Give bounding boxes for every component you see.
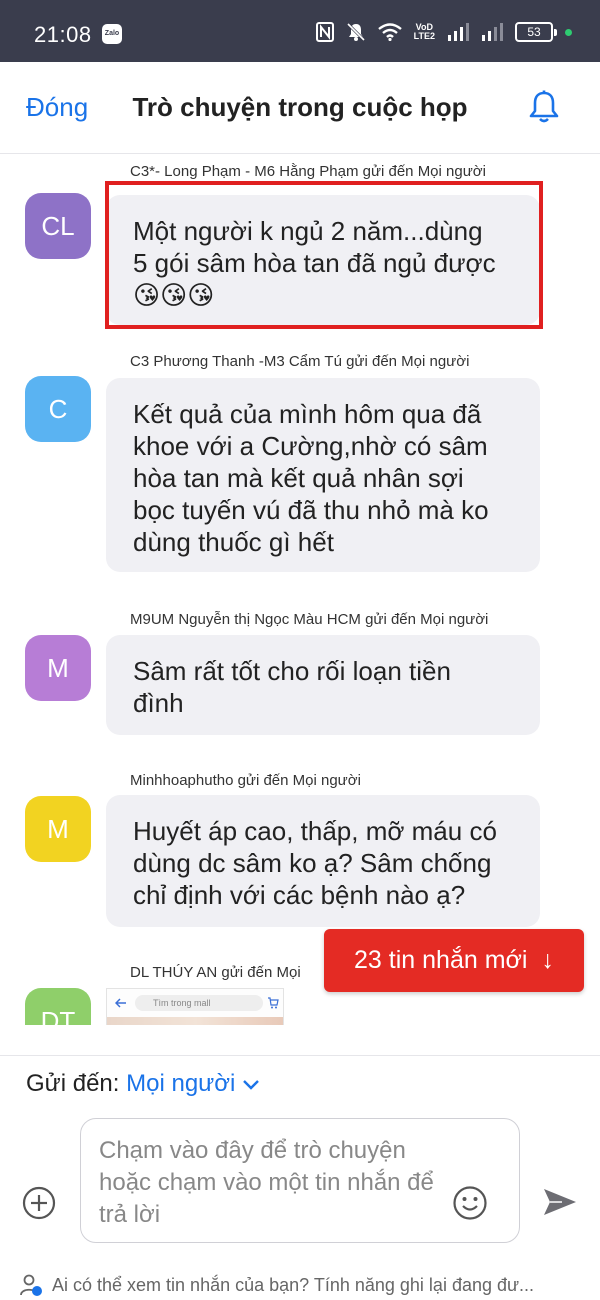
nfc-icon [315, 22, 334, 42]
message-line: chỉ định với các bệnh nào ạ? [133, 880, 466, 910]
message-line: bọc tuyến vú đã thu nhỏ mà ko [133, 495, 489, 525]
avatar: CL [25, 193, 91, 259]
page-title: Trò chuyện trong cuộc họp [132, 92, 468, 122]
avatar: DT [25, 988, 91, 1025]
new-messages-label: 23 tin nhắn mới [354, 946, 528, 974]
signal-2-icon [482, 23, 503, 41]
zalo-notification-icon: Zalo [102, 24, 122, 44]
avatar: C [25, 376, 91, 442]
send-to-row: Gửi đến: Mọi người [26, 1070, 260, 1098]
battery-icon: 53 [515, 22, 557, 42]
cart-icon [268, 997, 279, 1009]
chevron-down-icon [243, 1080, 259, 1090]
message-sender: DL THÚY AN gửi đến Mọi [130, 964, 301, 981]
status-bar: 21:08 Zalo VoD LTE2 53 [0, 0, 600, 62]
emoji-button[interactable] [452, 1185, 488, 1221]
bell-icon[interactable] [528, 90, 560, 124]
recipient-dropdown[interactable]: Mọi người [126, 1070, 260, 1097]
arrow-down-icon: ↓ [541, 946, 554, 974]
privacy-notice-text: Ai có thể xem tin nhắn của bạn? Tính năn… [52, 1274, 535, 1295]
message-input[interactable]: Chạm vào đây để trò chuyện hoặc chạm vào… [80, 1118, 520, 1243]
message-sender: C3*- Long Phạm - M6 Hằng Phạm gửi đến Mọ… [130, 163, 486, 180]
message-sender: M9UM Nguyễn thị Ngọc Màu HCM gửi đến Mọi… [130, 611, 489, 628]
message-sender: Minhhoaphutho gửi đến Mọi người [130, 772, 361, 789]
avatar: M [25, 796, 91, 862]
message-line: dùng thuốc gì hết [133, 527, 334, 557]
message-line: đình [133, 688, 184, 718]
status-dot-icon [565, 28, 572, 36]
add-attachment-button[interactable] [22, 1186, 56, 1220]
send-button[interactable] [542, 1186, 578, 1218]
user-visibility-icon [20, 1274, 42, 1296]
message-bubble[interactable]: Sâm rất tốt cho rối loạn tiền đình [106, 635, 540, 735]
new-messages-button[interactable]: 23 tin nhắn mới ↓ [324, 929, 584, 992]
wifi-icon [377, 23, 402, 41]
avatar: M [25, 635, 91, 701]
message-line: dùng dc sâm ko ạ? Sâm chống [133, 848, 492, 878]
back-arrow-icon [115, 998, 126, 1008]
status-time: 21:08 [34, 22, 92, 47]
status-icons: VoD LTE2 53 [315, 20, 572, 44]
composer: Gửi đến: Mọi người Chạm vào đây để trò c… [0, 1055, 600, 1300]
privacy-notice[interactable]: Ai có thể xem tin nhắn của bạn? Tính năn… [20, 1274, 534, 1296]
message-bubble[interactable]: Kết quả của mình hôm qua đã khoe với a C… [106, 378, 540, 572]
message-line: Huyết áp cao, thấp, mỡ máu có [133, 816, 497, 846]
image-attachment[interactable]: Tìm trong mall [106, 988, 284, 1025]
highlight-box [105, 181, 543, 329]
thumbnail-search-bar: Tìm trong mall [135, 995, 263, 1011]
message-line: khoe với a Cường,nhờ có sâm [133, 431, 488, 461]
message-bubble[interactable]: Huyết áp cao, thấp, mỡ máu có dùng dc sâ… [106, 795, 540, 927]
message-line: Kết quả của mình hôm qua đã [133, 399, 482, 429]
chat-message-list[interactable]: C3*- Long Phạm - M6 Hằng Phạm gửi đến Mọ… [0, 155, 600, 1025]
thumbnail-image [107, 1017, 283, 1025]
message-line: Sâm rất tốt cho rối loạn tiền [133, 656, 451, 686]
chat-header: Đóng Trò chuyện trong cuộc họp [0, 62, 600, 154]
message-sender: C3 Phương Thanh -M3 Cẩm Tú gửi đến Mọi n… [130, 353, 470, 370]
send-to-label: Gửi đến: [26, 1070, 120, 1097]
signal-icon [448, 23, 469, 41]
message-line: hòa tan mà kết quả nhân sợi [133, 463, 464, 493]
recipient-value: Mọi người [126, 1070, 236, 1097]
volte-icon: VoD LTE2 [413, 22, 435, 41]
mute-icon [346, 22, 365, 42]
